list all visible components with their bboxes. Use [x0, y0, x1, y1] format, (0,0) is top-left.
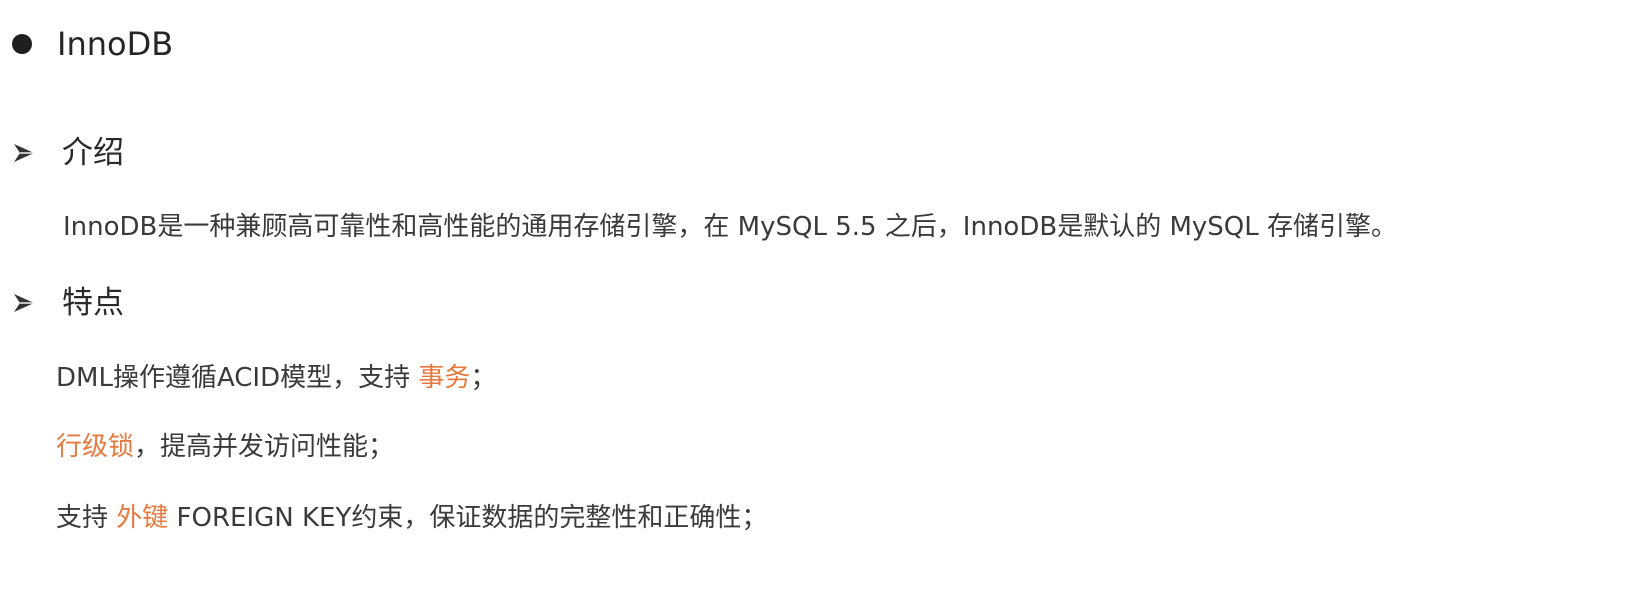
bullet-dot-icon [12, 34, 32, 54]
section-intro-title: 介绍 [62, 135, 124, 171]
main-heading: InnoDB [12, 24, 173, 64]
feature-text: ； [470, 363, 497, 393]
feature-text: 支持 [56, 503, 117, 533]
feature-text: FOREIGN KEY约束，保证数据的完整性和正确性； [168, 503, 768, 533]
feature-line-row-lock: 行级锁，提高并发访问性能； [56, 429, 394, 465]
feature-highlight: 行级锁 [56, 432, 135, 462]
feature-text: ，提高并发访问性能； [134, 432, 395, 462]
arrow-right-icon [14, 294, 34, 312]
section-features-title: 特点 [62, 285, 124, 321]
slide-page: InnoDB 介绍 InnoDB是一种兼顾高可靠性和高性能的通用存储引擎，在 M… [0, 0, 1636, 602]
feature-line-transactions: DML操作遵循ACID模型，支持 事务； [56, 360, 496, 396]
heading-title: InnoDB [57, 25, 174, 63]
arrow-right-icon [14, 144, 34, 162]
section-intro-heading: 介绍 [12, 133, 124, 173]
feature-text: DML操作遵循ACID模型，支持 [56, 363, 419, 393]
feature-line-foreign-key: 支持 外键 FOREIGN KEY约束，保证数据的完整性和正确性； [56, 500, 767, 536]
feature-highlight: 事务 [418, 363, 471, 393]
feature-highlight: 外键 [116, 503, 169, 533]
section-features-heading: 特点 [12, 283, 124, 323]
intro-paragraph: InnoDB是一种兼顾高可靠性和高性能的通用存储引擎，在 MySQL 5.5 之… [63, 212, 1397, 242]
